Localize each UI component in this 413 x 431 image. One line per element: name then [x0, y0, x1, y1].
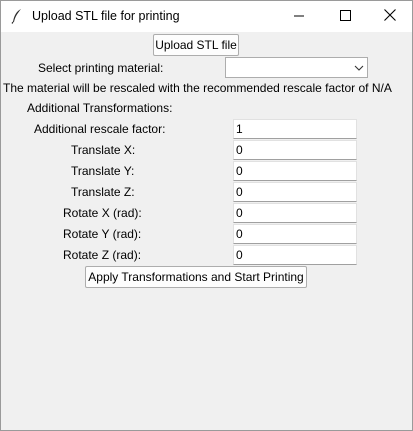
- close-icon: [384, 9, 396, 24]
- translate-y-input[interactable]: [233, 161, 357, 181]
- transformations-heading: Additional Transformations:: [27, 101, 173, 115]
- translate-z-input[interactable]: [233, 182, 357, 202]
- material-label: Select printing material:: [38, 61, 164, 75]
- title-bar: Upload STL file for printing: [1, 1, 412, 32]
- rotate-z-input[interactable]: [233, 245, 357, 265]
- rotate-y-input[interactable]: [233, 224, 357, 244]
- rotate-x-input[interactable]: [233, 203, 357, 223]
- chevron-down-icon: [354, 62, 364, 76]
- minimize-button[interactable]: [276, 1, 322, 32]
- rescale-factor-input[interactable]: [233, 119, 357, 139]
- translate-x-input[interactable]: [233, 140, 357, 160]
- translate-z-label: Translate Z:: [71, 185, 135, 199]
- translate-x-label: Translate X:: [71, 143, 136, 157]
- app-window: Upload STL file for printing Upload STL …: [0, 0, 413, 431]
- maximize-icon: [339, 9, 351, 24]
- rotate-x-label: Rotate X (rad):: [63, 206, 142, 220]
- close-button[interactable]: [367, 1, 413, 32]
- apply-and-print-button[interactable]: Apply Transformations and Start Printing: [85, 266, 307, 288]
- upload-stl-button[interactable]: Upload STL file: [153, 34, 239, 56]
- rescale-info-text: The material will be rescaled with the r…: [3, 81, 392, 95]
- rotate-y-label: Rotate Y (rad):: [63, 227, 142, 241]
- material-select[interactable]: [225, 57, 368, 78]
- rotate-z-label: Rotate Z (rad):: [63, 248, 142, 262]
- rescale-factor-label: Additional rescale factor:: [34, 122, 166, 136]
- feather-icon: [10, 8, 24, 24]
- translate-y-label: Translate Y:: [71, 164, 135, 178]
- minimize-icon: [294, 10, 304, 24]
- window-title: Upload STL file for printing: [32, 9, 180, 23]
- maximize-button[interactable]: [322, 1, 368, 32]
